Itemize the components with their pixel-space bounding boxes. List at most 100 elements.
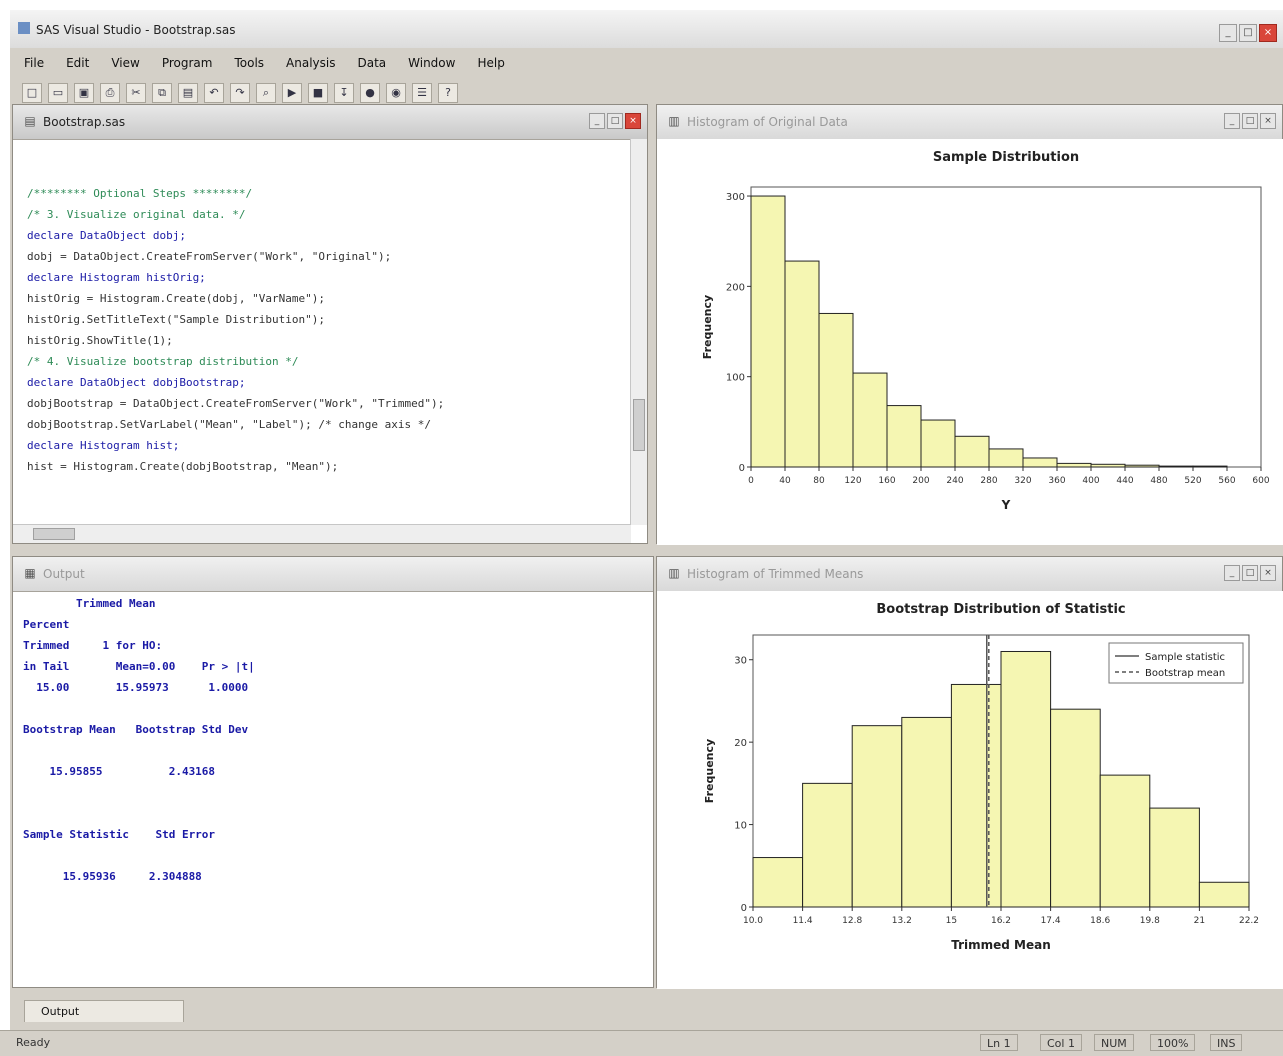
options-icon[interactable]: ☰	[412, 83, 432, 103]
histogram-bar	[1149, 807, 1200, 908]
editor-close-button[interactable]: ×	[625, 113, 641, 129]
x-tick-label: 10.0	[743, 916, 763, 926]
document-icon: ▤	[24, 114, 36, 128]
editor-minimize-button[interactable]: _	[589, 113, 605, 129]
status-zoom: 100%	[1150, 1034, 1196, 1051]
help-icon[interactable]: ?	[438, 83, 458, 103]
chart2-close-button[interactable]: ×	[1260, 565, 1276, 581]
find-icon[interactable]: ⌕	[256, 83, 276, 103]
menu-bar: File Edit View Program Tools Analysis Data Wind…	[10, 48, 1283, 78]
run-icon[interactable]: ▶	[282, 83, 302, 103]
window-controls: _ □ ×	[1219, 24, 1277, 42]
code-line: dobj = DataObject.CreateFromServer("Work…	[27, 250, 392, 263]
histogram-bar	[818, 312, 854, 468]
minimize-button[interactable]: _	[1219, 24, 1237, 42]
window-title: SAS Visual Studio - Bootstrap.sas	[36, 23, 236, 37]
menu-tools[interactable]: Tools	[234, 56, 264, 70]
chart1-close-button[interactable]: ×	[1260, 113, 1276, 129]
chart1-panel-title: Histogram of Original Data	[687, 115, 848, 129]
histogram-bar	[750, 195, 786, 468]
histogram-bar	[852, 372, 888, 468]
x-tick-label: 80	[813, 476, 825, 486]
x-tick-label: 16.2	[991, 916, 1011, 926]
chart1-maximize-button[interactable]: □	[1242, 113, 1258, 129]
open-icon[interactable]: ▭	[48, 83, 68, 103]
output-line: Trimmed Mean	[23, 597, 156, 610]
x-tick-label: 280	[980, 476, 997, 486]
chart2-panel-controls: _ □ ×	[1224, 565, 1276, 581]
break-icon[interactable]: ●	[360, 83, 380, 103]
menu-help[interactable]: Help	[477, 56, 504, 70]
editor-horizontal-scrollbar[interactable]	[13, 524, 631, 543]
histogram-bar	[1050, 708, 1101, 908]
editor-maximize-button[interactable]: □	[607, 113, 623, 129]
redo-icon[interactable]: ↷	[230, 83, 250, 103]
editor-panel-header: ▤ Bootstrap.sas _ □ ×	[13, 105, 647, 140]
histogram-bar	[752, 857, 804, 908]
scroll-thumb[interactable]	[33, 528, 75, 540]
maximize-button[interactable]: □	[1239, 24, 1257, 42]
code-line: declare Histogram histOrig;	[27, 271, 206, 284]
step-icon[interactable]: ↧	[334, 83, 354, 103]
status-mode: NUM	[1094, 1034, 1134, 1051]
chart2-maximize-button[interactable]: □	[1242, 565, 1258, 581]
chart1-panel-controls: _ □ ×	[1224, 113, 1276, 129]
menu-program[interactable]: Program	[162, 56, 213, 70]
save-icon[interactable]: ▣	[74, 83, 94, 103]
x-tick-label: 320	[1014, 476, 1031, 486]
x-tick-label: 240	[946, 476, 963, 486]
output-line: Trimmed 1 for HO:	[23, 639, 163, 652]
legend-label: Bootstrap mean	[1145, 668, 1225, 679]
menu-data[interactable]: Data	[357, 56, 386, 70]
chart2-panel-title: Histogram of Trimmed Means	[687, 567, 864, 581]
y-tick-label: 300	[726, 192, 745, 203]
histogram-original-panel: ▥ Histogram of Original Data _ □ × Sampl…	[656, 104, 1283, 545]
chart2-minimize-button[interactable]: _	[1224, 565, 1240, 581]
new-icon[interactable]: □	[22, 83, 42, 103]
menu-view[interactable]: View	[111, 56, 139, 70]
scroll-thumb[interactable]	[633, 399, 645, 451]
y-tick-label: 20	[734, 738, 747, 749]
histogram-bar	[1099, 774, 1151, 908]
chart1-panel-header: ▥ Histogram of Original Data _ □ ×	[657, 105, 1282, 140]
stop-icon[interactable]: ■	[308, 83, 328, 103]
code-line: /* 4. Visualize bootstrap distribution *…	[27, 355, 299, 368]
x-tick-label: 21	[1194, 916, 1205, 926]
copy-icon[interactable]: ⧉	[152, 83, 172, 103]
histogram-bar	[988, 448, 1024, 468]
output-icon: ▦	[24, 566, 36, 580]
histogram-bar	[1022, 457, 1058, 468]
histogram-bar	[784, 260, 820, 468]
print-icon[interactable]: ⎙	[100, 83, 120, 103]
editor-vertical-scrollbar[interactable]	[630, 139, 647, 525]
close-button[interactable]: ×	[1259, 24, 1277, 42]
paste-icon[interactable]: ▤	[178, 83, 198, 103]
x-tick-label: 17.4	[1041, 916, 1061, 926]
histogram-bar	[920, 419, 956, 468]
menu-window[interactable]: Window	[408, 56, 455, 70]
menu-file[interactable]: File	[24, 56, 44, 70]
menu-analysis[interactable]: Analysis	[286, 56, 335, 70]
code-line: dobjBootstrap.SetVarLabel("Mean", "Label…	[27, 418, 431, 431]
tab-output[interactable]: Output	[24, 1000, 184, 1022]
undo-icon[interactable]: ↶	[204, 83, 224, 103]
legend-label: Sample statistic	[1145, 652, 1225, 663]
cut-icon[interactable]: ✂	[126, 83, 146, 103]
code-editor[interactable]: /******** Optional Steps ********/ /* 3. …	[27, 183, 627, 523]
output-title: Output	[43, 567, 85, 581]
output-line: 15.95936 2.304888	[23, 870, 202, 883]
histogram-bar	[1198, 881, 1250, 908]
x-axis-label: Trimmed Mean	[951, 938, 1051, 952]
title-bar: SAS Visual Studio - Bootstrap.sas _ □ ×	[10, 10, 1283, 48]
chart1-minimize-button[interactable]: _	[1224, 113, 1240, 129]
watch-icon[interactable]: ◉	[386, 83, 406, 103]
app-icon	[18, 22, 30, 34]
output-panel: ▦ Output Trimmed Mean Percent Trimmed 1 fo…	[12, 556, 654, 988]
y-tick-label: 30	[734, 656, 747, 667]
histogram-bar	[1090, 463, 1126, 468]
menu-edit[interactable]: Edit	[66, 56, 89, 70]
editor-title: Bootstrap.sas	[43, 115, 126, 129]
chart-icon: ▥	[668, 114, 680, 128]
chart-title: Sample Distribution	[933, 150, 1079, 165]
output-panel-header: ▦ Output	[13, 557, 653, 592]
